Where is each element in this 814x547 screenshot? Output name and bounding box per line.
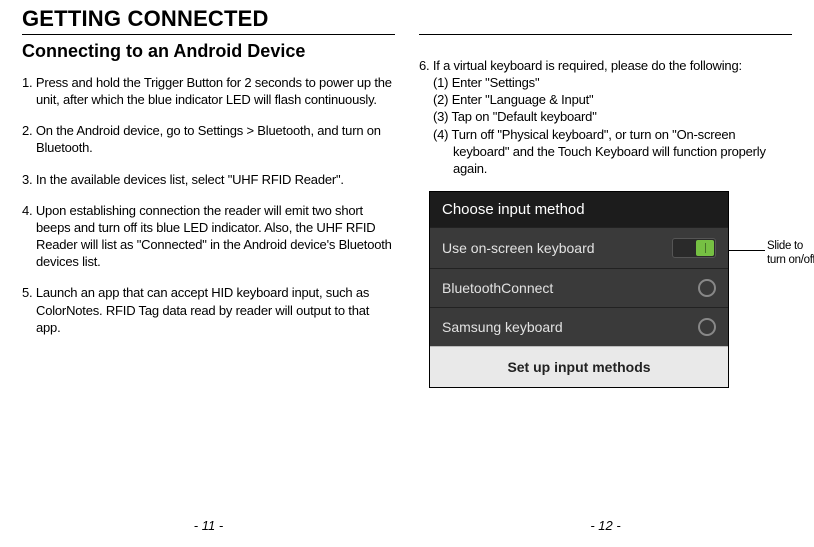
- toggle-row[interactable]: Use on-screen keyboard: [430, 227, 728, 268]
- step-2: 2. On the Android device, go to Settings…: [22, 122, 395, 156]
- rule: [419, 34, 792, 35]
- step-6-sub-1: (1) Enter "Settings": [419, 74, 792, 91]
- toggle-knob-icon: [696, 240, 714, 256]
- radio-row-samsung[interactable]: Samsung keyboard: [430, 307, 728, 346]
- page-number-left: - 11 -: [10, 518, 407, 533]
- right-page: 6. If a virtual keyboard is required, pl…: [407, 6, 804, 547]
- left-page: GETTING CONNECTED Connecting to an Andro…: [10, 6, 407, 547]
- step-6-sub-2: (2) Enter "Language & Input": [419, 91, 792, 108]
- rule: [22, 34, 395, 35]
- step-6-block: 6. If a virtual keyboard is required, pl…: [419, 57, 792, 177]
- callout-line1: Slide to: [767, 240, 803, 252]
- dialog-footer-button[interactable]: Set up input methods: [430, 346, 728, 387]
- screenshot-wrap: Choose input method Use on-screen keyboa…: [429, 191, 792, 388]
- step-6-sub-4: (4) Turn off "Physical keyboard", or tur…: [419, 126, 792, 177]
- step-6-sub-3: (3) Tap on "Default keyboard": [419, 108, 792, 125]
- toggle-row-label: Use on-screen keyboard: [442, 240, 595, 256]
- radio-label-samsung: Samsung keyboard: [442, 319, 563, 335]
- callout-line2: turn on/off: [767, 254, 814, 266]
- radio-icon[interactable]: [698, 318, 716, 336]
- step-5: 5. Launch an app that can accept HID key…: [22, 284, 395, 335]
- step-3: 3. In the available devices list, select…: [22, 171, 395, 188]
- callout-line-icon: [729, 250, 765, 251]
- step-4: 4. Upon establishing connection the read…: [22, 202, 395, 271]
- page-number-right: - 12 -: [407, 518, 804, 533]
- step-1: 1. Press and hold the Trigger Button for…: [22, 74, 395, 108]
- radio-row-bluetooth[interactable]: BluetoothConnect: [430, 268, 728, 307]
- toggle-switch-icon[interactable]: [672, 238, 716, 258]
- radio-icon[interactable]: [698, 279, 716, 297]
- subsection-title: Connecting to an Android Device: [22, 41, 395, 62]
- section-title: GETTING CONNECTED: [22, 6, 395, 32]
- radio-label-bluetooth: BluetoothConnect: [442, 280, 553, 296]
- callout-text: Slide to turn on/off: [767, 239, 814, 268]
- android-dialog: Choose input method Use on-screen keyboa…: [429, 191, 729, 388]
- dialog-title: Choose input method: [430, 192, 728, 227]
- step-6-intro: 6. If a virtual keyboard is required, pl…: [419, 57, 792, 74]
